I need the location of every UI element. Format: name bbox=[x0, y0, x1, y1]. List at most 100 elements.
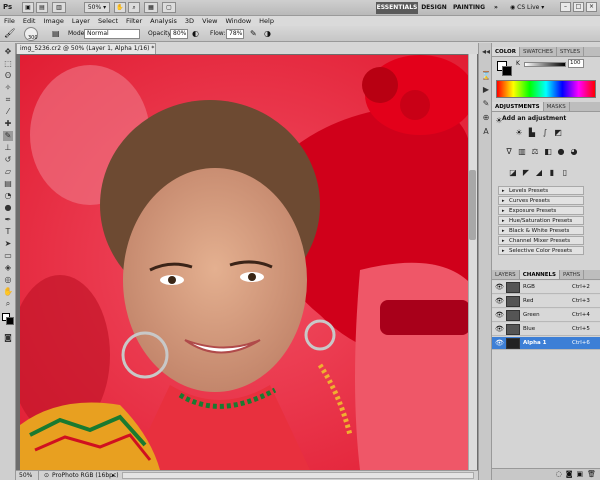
path-selection-tool-icon[interactable]: ➤ bbox=[3, 239, 13, 249]
blur-tool-icon[interactable]: ◔ bbox=[3, 191, 13, 201]
preset-black-white[interactable]: Black & White Presets bbox=[498, 226, 584, 235]
background-color-swatch[interactable] bbox=[6, 317, 14, 325]
photo-filter-icon[interactable]: ● bbox=[556, 147, 566, 157]
horizontal-scrollbar[interactable] bbox=[122, 472, 474, 479]
eyedropper-tool-icon[interactable]: ⁄ bbox=[3, 107, 13, 117]
threshold-icon[interactable]: ◢ bbox=[534, 168, 544, 178]
zoom-tool-button[interactable]: ⌕ bbox=[128, 2, 140, 13]
menu-view[interactable]: View bbox=[202, 16, 217, 26]
crop-tool-icon[interactable]: ⌗ bbox=[3, 95, 13, 105]
actions-panel-icon[interactable]: ▶ bbox=[481, 85, 491, 95]
more-workspaces-button[interactable]: » bbox=[490, 2, 502, 14]
levels-icon[interactable]: ▙ bbox=[527, 128, 537, 138]
brush-panel-icon[interactable]: ▤ bbox=[52, 29, 62, 39]
brush-tool-icon[interactable]: ✎ bbox=[3, 131, 13, 141]
color-panel-background-swatch[interactable] bbox=[502, 66, 512, 76]
color-slider-track[interactable] bbox=[524, 62, 566, 67]
vertical-scrollbar[interactable] bbox=[468, 54, 477, 470]
hand-tool-icon[interactable]: ✋ bbox=[3, 287, 13, 297]
channel-row-green[interactable]: 👁 Green Ctrl+4 bbox=[492, 309, 600, 322]
menu-image[interactable]: Image bbox=[43, 16, 63, 26]
curves-icon[interactable]: ∫ bbox=[540, 128, 550, 138]
channel-row-alpha-1[interactable]: 👁 Alpha 1 Ctrl+6 bbox=[492, 337, 600, 350]
airbrush-icon[interactable]: ✎ bbox=[250, 29, 257, 38]
save-selection-icon[interactable]: ◙ bbox=[566, 469, 573, 480]
color-spectrum-ramp[interactable] bbox=[496, 80, 596, 98]
brush-presets-panel-icon[interactable]: ✎ bbox=[481, 99, 491, 109]
zoom-tool-icon[interactable]: ⌕ bbox=[3, 299, 13, 309]
quick-selection-tool-icon[interactable]: ✧ bbox=[3, 83, 13, 93]
color-value-field[interactable]: 100 bbox=[568, 59, 584, 68]
preset-curves[interactable]: Curves Presets bbox=[498, 196, 584, 205]
trash-icon[interactable]: 🗑 bbox=[587, 469, 596, 480]
opacity-pressure-icon[interactable]: ◐ bbox=[192, 29, 199, 38]
hue-saturation-icon[interactable]: ▥ bbox=[517, 147, 527, 157]
dodge-tool-icon[interactable]: ● bbox=[3, 203, 13, 213]
menu-3d[interactable]: 3D bbox=[185, 16, 194, 26]
menu-filter[interactable]: Filter bbox=[126, 16, 142, 26]
close-icon[interactable]: × bbox=[586, 2, 597, 12]
healing-brush-tool-icon[interactable]: ✚ bbox=[3, 119, 13, 129]
exposure-icon[interactable]: ◩ bbox=[553, 128, 563, 138]
preset-levels[interactable]: Levels Presets bbox=[498, 186, 584, 195]
channel-row-blue[interactable]: 👁 Blue Ctrl+5 bbox=[492, 323, 600, 336]
visibility-eye-icon[interactable]: 👁 bbox=[495, 325, 504, 333]
preset-hue-saturation[interactable]: Hue/Saturation Presets bbox=[498, 216, 584, 225]
visibility-eye-icon[interactable]: 👁 bbox=[495, 283, 504, 291]
status-menu-icon[interactable]: ▸ bbox=[112, 471, 115, 480]
posterize-icon[interactable]: ◤ bbox=[521, 168, 531, 178]
lasso-tool-icon[interactable]: ʘ bbox=[3, 71, 13, 81]
type-tool-icon[interactable]: T bbox=[3, 227, 13, 237]
bridge-button[interactable]: ▣ bbox=[22, 2, 34, 13]
zoom-level-select[interactable]: 50% ▾ bbox=[84, 2, 110, 13]
gradient-tool-icon[interactable]: ▤ bbox=[3, 179, 13, 189]
menu-window[interactable]: Window bbox=[226, 16, 252, 26]
history-brush-tool-icon[interactable]: ↺ bbox=[3, 155, 13, 165]
document-tab[interactable]: img_5236.cr2 @ 50% (Layer 1, Alpha 1/16)… bbox=[16, 43, 156, 54]
selective-color-icon[interactable]: ▯ bbox=[560, 168, 570, 178]
status-info-icon[interactable]: ⊙ bbox=[44, 471, 49, 480]
minimize-icon[interactable]: – bbox=[560, 2, 571, 12]
workspace-essentials[interactable]: ESSENTIALS bbox=[376, 2, 418, 14]
eraser-tool-icon[interactable]: ▱ bbox=[3, 167, 13, 177]
3d-orbit-tool-icon[interactable]: ◎ bbox=[3, 275, 13, 285]
guides-button[interactable]: ▥ bbox=[52, 2, 66, 13]
adjust-brightness-side-icon[interactable]: ☀ bbox=[494, 116, 504, 126]
new-channel-icon[interactable]: ▣ bbox=[576, 469, 583, 480]
flow-field[interactable]: 78% bbox=[226, 29, 244, 39]
tab-swatches[interactable]: SWATCHES bbox=[520, 47, 557, 56]
shape-tool-icon[interactable]: ▭ bbox=[3, 251, 13, 261]
menu-edit[interactable]: Edit bbox=[23, 16, 36, 26]
gradient-map-icon[interactable]: ▮ bbox=[547, 168, 557, 178]
opacity-field[interactable]: 80% bbox=[170, 29, 188, 39]
move-tool-icon[interactable]: ✥ bbox=[3, 47, 13, 57]
clone-source-panel-icon[interactable]: ⊕ bbox=[481, 113, 491, 123]
maximize-icon[interactable]: □ bbox=[573, 2, 584, 12]
menu-select[interactable]: Select bbox=[98, 16, 118, 26]
workspace-design[interactable]: DESIGN bbox=[420, 2, 448, 14]
workspace-painting[interactable]: PAINTING bbox=[452, 2, 486, 14]
clone-stamp-tool-icon[interactable]: ⊥ bbox=[3, 143, 13, 153]
hand-tool-button[interactable]: ✋ bbox=[114, 2, 126, 13]
tab-channels[interactable]: CHANNELS bbox=[519, 270, 561, 279]
channel-mixer-icon[interactable]: ◕ bbox=[569, 147, 579, 157]
channel-row-rgb[interactable]: 👁 RGB Ctrl+2 bbox=[492, 281, 600, 294]
tab-adjustments[interactable]: ADJUSTMENTS bbox=[492, 102, 544, 111]
pen-tool-icon[interactable]: ✒ bbox=[3, 215, 13, 225]
tab-styles[interactable]: STYLES bbox=[557, 47, 585, 56]
tab-color[interactable]: COLOR bbox=[492, 47, 520, 56]
vibrance-icon[interactable]: ∇ bbox=[504, 147, 514, 157]
history-panel-icon[interactable]: ⌛ bbox=[481, 71, 491, 81]
visibility-eye-icon[interactable]: 👁 bbox=[495, 297, 504, 305]
black-white-icon[interactable]: ◧ bbox=[543, 147, 553, 157]
visibility-eye-icon[interactable]: 👁 bbox=[495, 339, 504, 347]
invert-icon[interactable]: ◪ bbox=[508, 168, 518, 178]
brightness-contrast-icon[interactable]: ☀ bbox=[514, 128, 524, 138]
preset-selective-color[interactable]: Selective Color Presets bbox=[498, 246, 584, 255]
collapse-arrows-icon[interactable]: ◂◂ bbox=[481, 47, 491, 57]
preset-channel-mixer[interactable]: Channel Mixer Presets bbox=[498, 236, 584, 245]
load-channel-selection-icon[interactable]: ◌ bbox=[556, 469, 562, 480]
preset-exposure[interactable]: Exposure Presets bbox=[498, 206, 584, 215]
menu-layer[interactable]: Layer bbox=[72, 16, 90, 26]
channel-row-red[interactable]: 👁 Red Ctrl+3 bbox=[492, 295, 600, 308]
